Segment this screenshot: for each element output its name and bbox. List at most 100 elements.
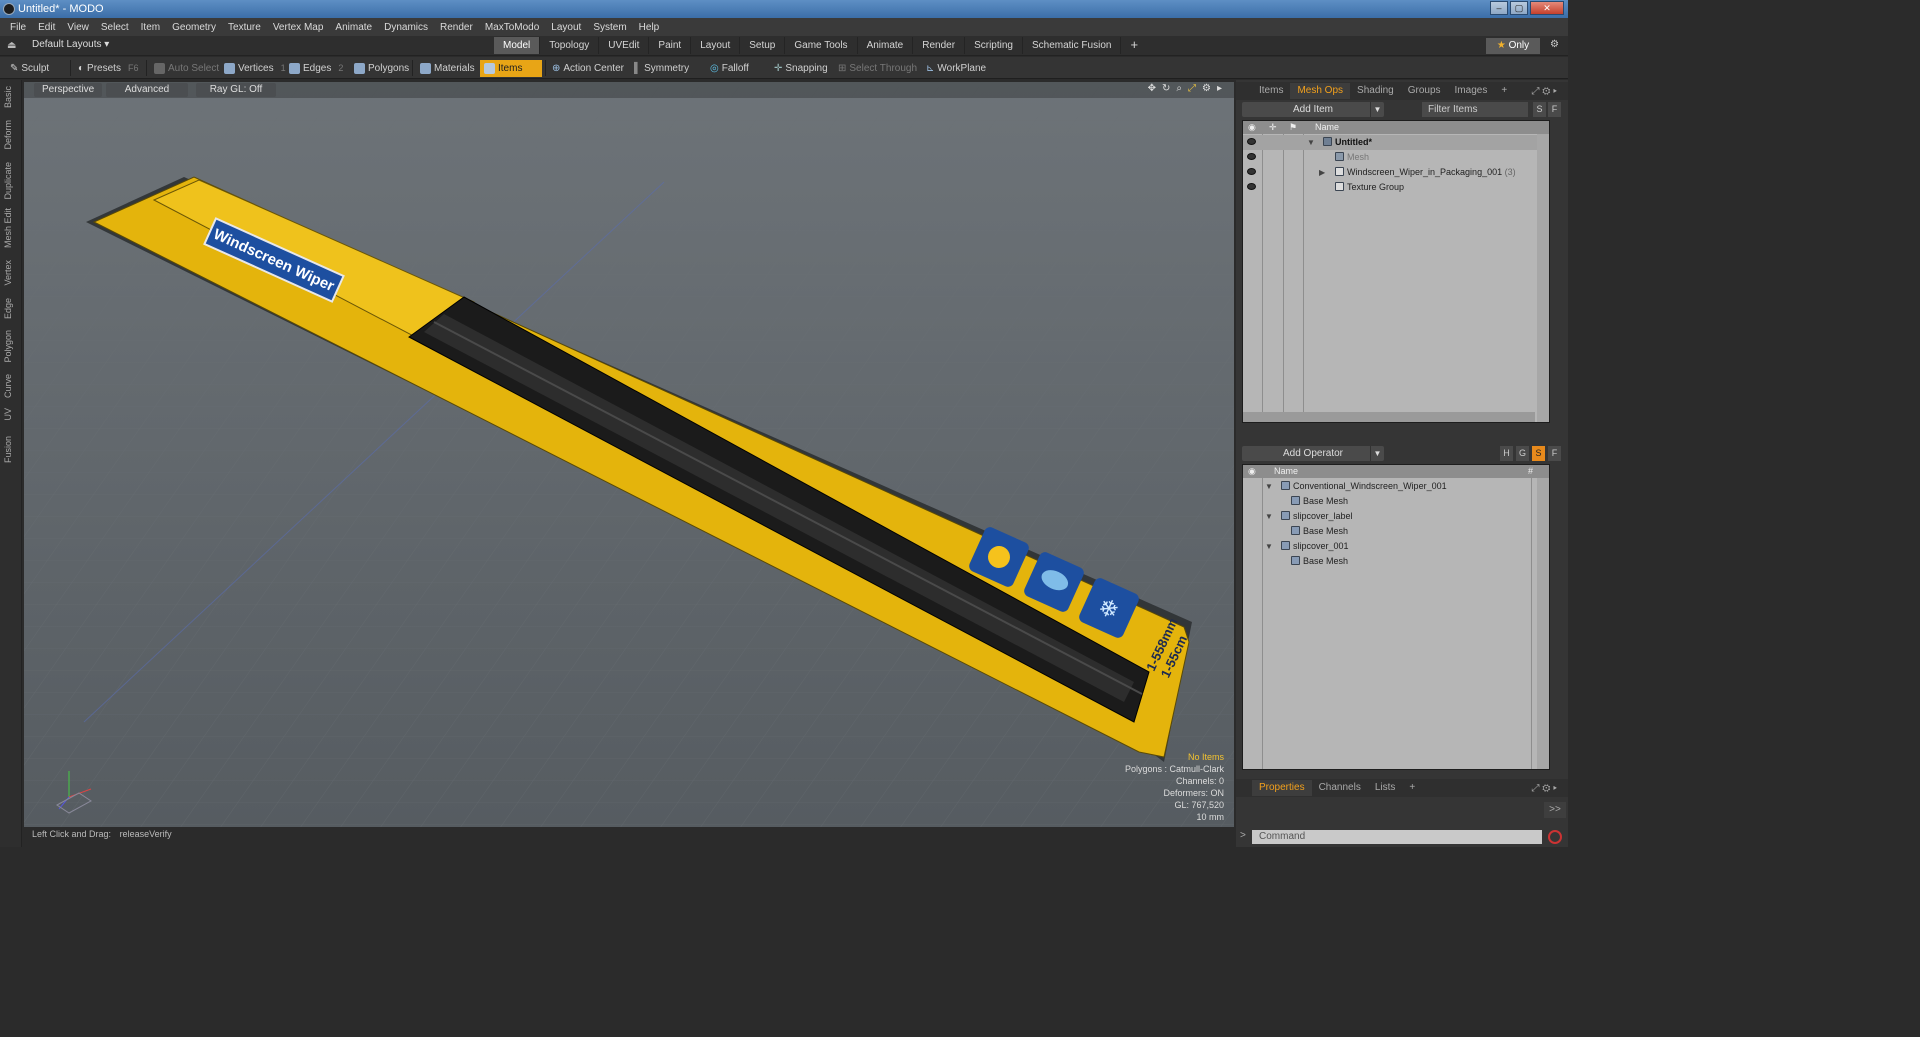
- menu-dynamics[interactable]: Dynamics: [378, 22, 434, 33]
- tab-images[interactable]: Images: [1448, 83, 1495, 99]
- list-item[interactable]: ▼ Untitled*: [1243, 135, 1549, 150]
- expand-arrow-icon[interactable]: ▶: [1319, 165, 1325, 180]
- menu-maxtomodo[interactable]: MaxToModo: [479, 22, 545, 33]
- up-arrow-icon[interactable]: ⏏: [7, 40, 16, 51]
- h-button[interactable]: H: [1500, 446, 1513, 461]
- tab-channels[interactable]: Channels: [1312, 780, 1368, 796]
- expand-button[interactable]: >>: [1544, 802, 1566, 818]
- materials-button[interactable]: Materials: [416, 60, 479, 77]
- zoom-icon[interactable]: ⌕: [1176, 83, 1182, 94]
- presets-button[interactable]: ◐ Presets F6: [74, 60, 142, 77]
- tab-groups[interactable]: Groups: [1401, 83, 1448, 99]
- eye-icon[interactable]: [1247, 168, 1256, 175]
- menu-animate[interactable]: Animate: [329, 22, 378, 33]
- vtab-duplicate[interactable]: Duplicate: [3, 162, 17, 200]
- vtab-vertex[interactable]: Vertex: [3, 260, 17, 286]
- stop-icon[interactable]: [1548, 830, 1562, 844]
- eye-icon[interactable]: [1247, 153, 1256, 160]
- add-panel-tab-button[interactable]: +: [1494, 83, 1514, 99]
- list-item[interactable]: Base Mesh: [1243, 494, 1549, 509]
- menu-help[interactable]: Help: [633, 22, 666, 33]
- default-layouts-dropdown[interactable]: Default Layouts ▾: [32, 39, 109, 50]
- properties-options-icon[interactable]: ⤢ ⚙ ▸: [1524, 781, 1564, 797]
- tab-game-tools[interactable]: Game Tools: [785, 37, 858, 54]
- panel-options-icon[interactable]: ⤢ ⚙ ▸: [1524, 84, 1564, 100]
- add-operator-button[interactable]: Add Operator ▼: [1242, 446, 1384, 461]
- maximize-button[interactable]: ▢: [1510, 1, 1528, 15]
- menu-texture[interactable]: Texture: [222, 22, 267, 33]
- viewport-menu-arrow-icon[interactable]: ▸: [1217, 83, 1222, 94]
- auto-select-button[interactable]: Auto Select: [150, 60, 223, 77]
- s-button[interactable]: S: [1533, 102, 1546, 117]
- collapse-arrow-icon[interactable]: ▼: [1307, 135, 1315, 150]
- list-item[interactable]: Mesh: [1243, 150, 1549, 165]
- tab-schematic-fusion[interactable]: Schematic Fusion: [1023, 37, 1122, 54]
- command-input[interactable]: Command: [1252, 830, 1542, 844]
- snapping-button[interactable]: ✛ Snapping: [770, 60, 832, 77]
- tab-topology[interactable]: Topology: [540, 37, 600, 54]
- menu-select[interactable]: Select: [95, 22, 135, 33]
- tab-mesh-ops[interactable]: Mesh Ops: [1290, 83, 1351, 99]
- menu-render[interactable]: Render: [434, 22, 479, 33]
- menu-system[interactable]: System: [587, 22, 632, 33]
- list-item[interactable]: Base Mesh: [1243, 554, 1549, 569]
- collapse-arrow-icon[interactable]: ▼: [1265, 539, 1273, 554]
- menu-layout[interactable]: Layout: [545, 22, 587, 33]
- list-item[interactable]: ▼ slipcover_label: [1243, 509, 1549, 524]
- polygons-button[interactable]: Polygons: [350, 60, 413, 77]
- vtab-deform[interactable]: Deform: [3, 120, 17, 150]
- f-toggle-button[interactable]: F: [1548, 446, 1561, 461]
- vtab-uv[interactable]: UV: [3, 408, 17, 421]
- list-item[interactable]: ▼ slipcover_001: [1243, 539, 1549, 554]
- eye-icon[interactable]: [1247, 183, 1256, 190]
- viewport-gear-icon[interactable]: ⚙: [1202, 83, 1211, 94]
- falloff-button[interactable]: ◎ Falloff: [706, 60, 753, 77]
- meshops-vscrollbar[interactable]: [1537, 478, 1549, 769]
- vtab-polygon[interactable]: Polygon: [3, 330, 17, 363]
- symmetry-button[interactable]: ▌ Symmetry: [630, 60, 693, 77]
- workplane-button[interactable]: ⊾ WorkPlane: [922, 60, 990, 77]
- menu-edit[interactable]: Edit: [32, 22, 61, 33]
- filter-items-input[interactable]: Filter Items: [1422, 102, 1528, 117]
- items-button[interactable]: Items: [480, 60, 542, 77]
- advanced-dropdown[interactable]: Advanced: [106, 83, 188, 97]
- tab-setup[interactable]: Setup: [740, 37, 786, 54]
- menu-vertex-map[interactable]: Vertex Map: [267, 22, 330, 33]
- select-through-button[interactable]: ⊞ Select Through: [834, 60, 921, 77]
- menu-view[interactable]: View: [61, 22, 95, 33]
- collapse-arrow-icon[interactable]: ▼: [1265, 479, 1273, 494]
- tab-properties[interactable]: Properties: [1252, 780, 1312, 796]
- collapse-arrow-icon[interactable]: ▼: [1265, 509, 1273, 524]
- meshop-index-column[interactable]: #: [1528, 465, 1533, 478]
- add-item-button[interactable]: Add Item ▼: [1242, 102, 1384, 117]
- rotate-icon[interactable]: ↻: [1162, 83, 1170, 94]
- add-properties-tab-button[interactable]: +: [1402, 780, 1422, 796]
- list-item[interactable]: ▶ Windscreen_Wiper_in_Packaging_001 (3): [1243, 165, 1549, 180]
- action-center-button[interactable]: ⊕ Action Center: [548, 60, 628, 77]
- vtab-mesh-edit[interactable]: Mesh Edit: [3, 208, 17, 248]
- view-mode-dropdown[interactable]: Perspective: [34, 83, 103, 97]
- tab-lists[interactable]: Lists: [1368, 780, 1403, 796]
- add-tab-button[interactable]: +: [1121, 37, 1147, 54]
- s-toggle-button[interactable]: S: [1532, 446, 1545, 461]
- tab-animate[interactable]: Animate: [858, 37, 914, 54]
- fit-icon[interactable]: ⤢: [1188, 83, 1196, 94]
- raygl-toggle[interactable]: Ray GL: Off: [196, 83, 276, 97]
- menu-geometry[interactable]: Geometry: [166, 22, 222, 33]
- vtab-curve[interactable]: Curve: [3, 374, 17, 398]
- tab-layout[interactable]: Layout: [691, 37, 741, 54]
- gear-icon[interactable]: ⚙: [1550, 39, 1559, 50]
- sculpt-button[interactable]: ✎ Sculpt: [6, 60, 53, 77]
- tab-render[interactable]: Render: [913, 37, 966, 54]
- meshop-name-column[interactable]: Name: [1274, 465, 1298, 478]
- tab-items[interactable]: Items: [1252, 83, 1290, 99]
- menu-file[interactable]: File: [4, 22, 32, 33]
- tab-scripting[interactable]: Scripting: [965, 37, 1023, 54]
- item-name-column[interactable]: Name: [1315, 121, 1339, 134]
- item-list-hscrollbar[interactable]: [1243, 412, 1535, 422]
- pan-icon[interactable]: ✥: [1148, 83, 1156, 94]
- tab-paint[interactable]: Paint: [649, 37, 692, 54]
- close-button[interactable]: ✕: [1530, 1, 1564, 15]
- vtab-edge[interactable]: Edge: [3, 298, 17, 319]
- list-item[interactable]: Texture Group: [1243, 180, 1549, 195]
